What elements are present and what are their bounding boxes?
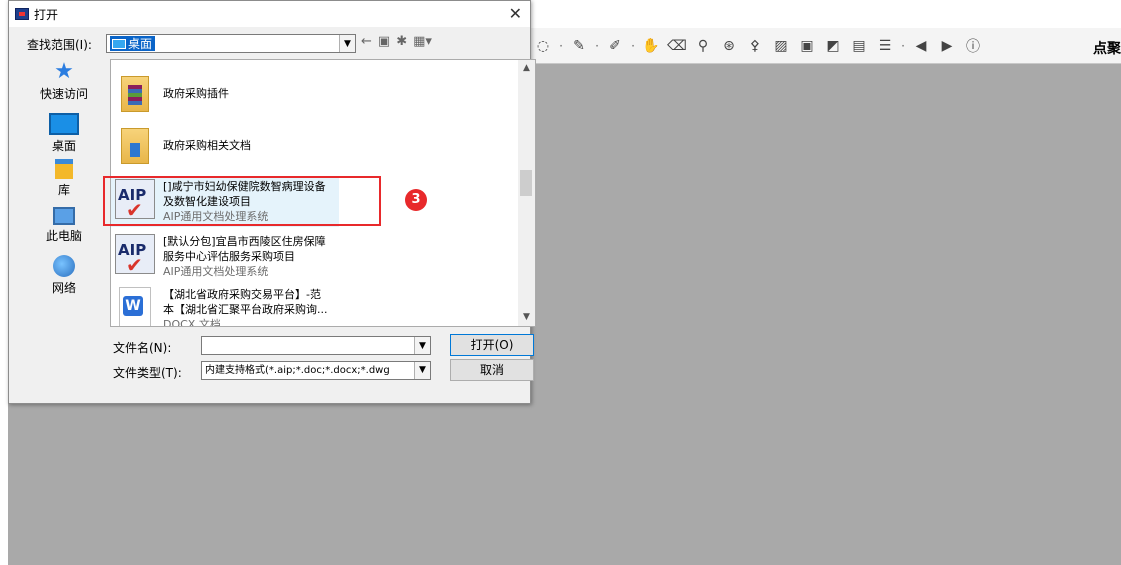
chevron-down-icon[interactable]: ▼ [414, 362, 430, 379]
place-desktop[interactable]: 桌面 [27, 113, 101, 154]
sketch-icon[interactable]: ◩ [822, 35, 844, 57]
annotation-highlight-box [103, 176, 381, 226]
app-logo-icon [15, 8, 29, 20]
new-folder-icon[interactable]: ✱ [396, 34, 407, 49]
toolbar-dot: · [631, 38, 635, 53]
filetype-label: 文件类型(T): [113, 366, 182, 380]
file-name-line2: 服务中心评估服务采购项目 [163, 250, 295, 263]
places-bar: ★ 快速访问 桌面 库 此电脑 网络 [27, 59, 101, 309]
list-item[interactable]: W 【湖北省政府采购交易平台】-范 本【湖北省汇聚平台政府采购询... DOCX… [115, 287, 347, 327]
scroll-up-icon[interactable]: ▲ [518, 60, 535, 77]
toolbar-dot: · [595, 38, 599, 53]
tool-brush-icon[interactable]: ✐ [604, 35, 626, 57]
list-item[interactable]: AIP ✔ [默认分包]宜昌市西陵区住房保障 服务中心评估服务采购项目 AIP通用… [115, 234, 347, 279]
desktop-icon [112, 38, 126, 49]
filetype-value: 内建支持格式(*.aip;*.doc;*.docx;*.dwg [205, 365, 390, 376]
lookin-combo[interactable]: 桌面 ▼ [106, 34, 356, 53]
back-arrow-icon[interactable]: ← [361, 34, 372, 49]
dialog-title: 打开 [34, 7, 59, 22]
place-library[interactable]: 库 [27, 159, 101, 198]
lookin-label: 查找范围(I): [27, 38, 92, 52]
toolbar-dot: · [901, 38, 905, 53]
up-folder-icon[interactable]: ▣ [378, 34, 390, 49]
seal-icon[interactable]: ⊛ [718, 35, 740, 57]
menu-icon[interactable]: ☰ [874, 35, 896, 57]
file-type: AIP通用文档处理系统 [163, 265, 269, 278]
network-icon [53, 255, 75, 277]
back-circle-icon[interactable]: ◀ [910, 35, 932, 57]
cancel-button[interactable]: 取消 [450, 359, 534, 381]
place-quick-access[interactable]: ★ 快速访问 [27, 61, 101, 102]
place-this-pc[interactable]: 此电脑 [27, 207, 101, 244]
file-name: 政府采购插件 [163, 87, 229, 100]
chevron-down-icon[interactable]: ▼ [339, 35, 355, 52]
app-toolbar: ◌ · ✎ · ✐ · ✋ ⌫ ⚲ ⊛ ⚴ ▨ ▣ ◩ ▤ ☰ · ◀ ▶ ⓘ … [530, 28, 1121, 64]
library-icon [55, 159, 73, 179]
filename-label: 文件名(N): [113, 341, 172, 355]
scroll-down-icon[interactable]: ▼ [518, 309, 535, 326]
note-icon[interactable]: ▤ [848, 35, 870, 57]
aip-icon: AIP ✔ [115, 234, 155, 277]
toolbar-label: 点聚 [1093, 41, 1121, 57]
tool-eraser-icon[interactable]: ⌫ [666, 35, 688, 57]
filename-input[interactable]: ▼ [201, 336, 431, 355]
chevron-down-icon[interactable]: ▼ [414, 337, 430, 354]
tool-pen-icon[interactable]: ✎ [568, 35, 590, 57]
sign-icon[interactable]: ⚴ [744, 35, 766, 57]
rar-folder-icon [121, 76, 149, 112]
stamp-icon[interactable]: ⚲ [692, 35, 714, 57]
place-label: 网络 [51, 281, 76, 295]
step-badge: 3 [405, 189, 427, 211]
info-icon[interactable]: ⓘ [962, 35, 984, 57]
file-name: 【湖北省政府采购交易平台】-范 [163, 288, 321, 301]
close-button[interactable]: ✕ [509, 4, 522, 23]
list-item[interactable]: 政府采购相关文档 [115, 126, 347, 166]
filetype-select[interactable]: 内建支持格式(*.aip;*.doc;*.docx;*.dwg ▼ [201, 361, 431, 380]
forward-circle-icon[interactable]: ▶ [936, 35, 958, 57]
lookin-selected: 桌面 [110, 36, 156, 51]
hatch-icon[interactable]: ▨ [770, 35, 792, 57]
file-name: [默认分包]宜昌市西陵区住房保障 [163, 235, 326, 248]
docx-icon: W [119, 287, 151, 326]
dialog-titlebar: 打开 ✕ [9, 1, 530, 27]
quick-access-icon: ★ [54, 59, 74, 84]
place-label: 此电脑 [45, 229, 82, 243]
hand-icon[interactable]: ✋ [640, 35, 662, 57]
text-box-icon[interactable]: ▣ [796, 35, 818, 57]
nav-toolbar: ← ▣ ✱ ▦▾ [361, 34, 432, 49]
list-item[interactable]: 政府采购插件 [115, 74, 347, 114]
file-name-line2: 本【湖北省汇聚平台政府采购询... [163, 303, 328, 316]
place-label: 快速访问 [39, 87, 88, 101]
view-menu-icon[interactable]: ▦▾ [413, 34, 432, 49]
tool-circle-icon[interactable]: ◌ [532, 35, 554, 57]
lookin-value: 桌面 [128, 37, 153, 51]
open-button[interactable]: 打开(O) [450, 334, 534, 356]
this-pc-icon [53, 207, 75, 225]
toolbar-dot: · [559, 38, 563, 53]
scroll-thumb[interactable] [520, 170, 532, 196]
file-type: DOCX 文档 [163, 318, 221, 327]
place-network[interactable]: 网络 [27, 255, 101, 296]
vertical-scrollbar[interactable]: ▲ ▼ [518, 60, 535, 326]
open-file-dialog: 打开 ✕ 查找范围(I): 桌面 ▼ ← ▣ ✱ ▦▾ ★ 快速访问 桌面 库 … [8, 0, 536, 404]
place-label: 桌面 [51, 139, 76, 153]
desktop-icon [49, 113, 79, 135]
place-label: 库 [57, 183, 70, 197]
file-name: 政府采购相关文档 [163, 139, 251, 152]
folder-icon [121, 128, 149, 164]
